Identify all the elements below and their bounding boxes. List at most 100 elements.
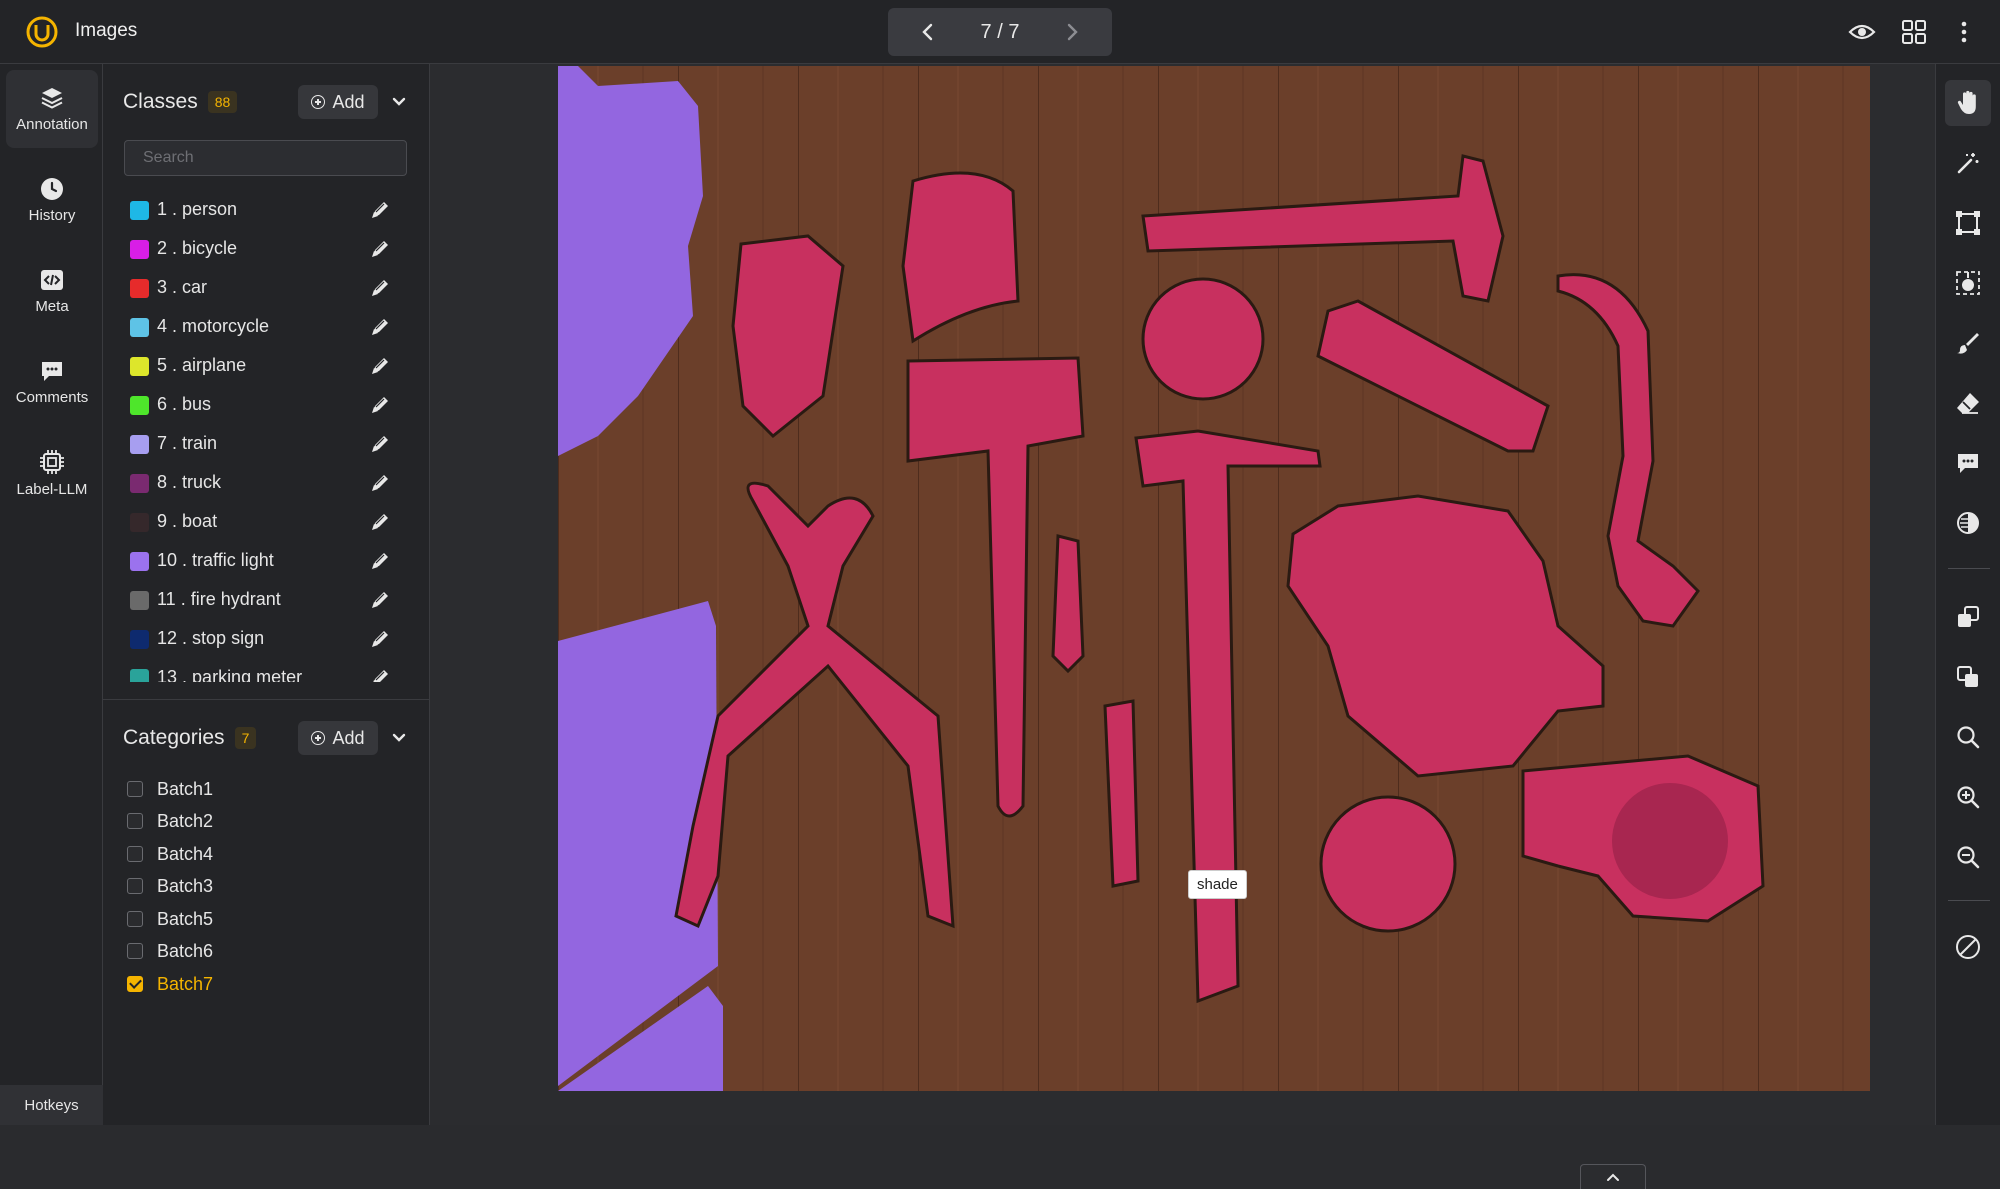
edit-pen-icon[interactable] — [369, 277, 391, 299]
category-checkbox-checked[interactable] — [127, 976, 143, 992]
categories-header: Categories 7 — [123, 720, 257, 756]
clock-icon — [41, 177, 63, 200]
zoom-fit-button[interactable] — [1945, 714, 1991, 760]
categories-dropdown-toggle[interactable] — [387, 726, 411, 750]
nav-meta[interactable]: Meta — [6, 252, 98, 330]
category-item-batch4[interactable]: Batch4 — [123, 839, 413, 869]
class-color-swatch — [130, 318, 149, 337]
zoom-out-button[interactable] — [1945, 834, 1991, 880]
class-item-label: 13 . parking meter — [157, 667, 303, 682]
class-search-input[interactable] — [124, 140, 407, 176]
class-item-bus[interactable]: 6 . bus — [103, 385, 430, 424]
class-item-car[interactable]: 3 . car — [103, 268, 430, 307]
edit-pen-icon[interactable] — [369, 433, 391, 455]
tool-mask-knife[interactable] — [1051, 534, 1085, 674]
classes-dropdown-toggle[interactable] — [387, 90, 411, 114]
eraser-tool-button[interactable] — [1945, 380, 1991, 426]
category-label: Batch1 — [157, 779, 214, 799]
tool-mask-puck[interactable] — [1141, 277, 1265, 401]
toolbar-separator — [1948, 900, 1990, 901]
category-checkbox[interactable] — [127, 943, 143, 959]
contrast-tool-button[interactable] — [1945, 500, 1991, 546]
nav-annotation[interactable]: Annotation — [6, 70, 98, 148]
nav-history[interactable]: History — [6, 161, 98, 239]
category-item-batch2[interactable]: Batch2 — [123, 806, 413, 836]
edit-pen-icon[interactable] — [369, 628, 391, 650]
more-options-button[interactable] — [1946, 14, 1982, 50]
nav-comments[interactable]: Comments — [6, 343, 98, 421]
image-content — [558, 66, 1870, 1091]
class-item-label: 1 . person — [157, 199, 238, 219]
class-item-label: 10 . traffic light — [157, 550, 274, 570]
class-item-traffic-light[interactable]: 10 . traffic light — [103, 541, 430, 580]
edit-pen-icon[interactable] — [369, 472, 391, 494]
zoom-in-icon — [1957, 786, 1980, 809]
class-item-truck[interactable]: 8 . truck — [103, 463, 430, 502]
class-item-parking-meter[interactable]: 13 . parking meter — [103, 658, 430, 682]
annotation-canvas[interactable]: shade — [430, 64, 1935, 1189]
category-item-batch3[interactable]: Batch3 — [123, 871, 413, 901]
add-category-label: Add — [332, 727, 365, 748]
bring-forward-button[interactable] — [1945, 594, 1991, 640]
send-backward-button[interactable] — [1945, 654, 1991, 700]
class-item-fire-hydrant[interactable]: 11 . fire hydrant — [103, 580, 430, 619]
category-item-batch5[interactable]: Batch5 — [123, 904, 413, 934]
bounding-box-tool-button[interactable] — [1945, 200, 1991, 246]
annotated-image[interactable]: shade — [558, 66, 1870, 1091]
smart-select-tool-button[interactable] — [1945, 260, 1991, 306]
edit-pen-icon[interactable] — [369, 550, 391, 572]
category-checkbox[interactable] — [127, 846, 143, 862]
pan-tool-button[interactable] — [1945, 80, 1991, 126]
class-item-stop-sign[interactable]: 12 . stop sign — [103, 619, 430, 658]
add-category-button[interactable]: Add — [298, 721, 378, 755]
category-checkbox[interactable] — [127, 813, 143, 829]
category-checkbox[interactable] — [127, 781, 143, 797]
magic-wand-tool-button[interactable] — [1945, 140, 1991, 186]
app-title: Images — [75, 20, 138, 41]
bottom-panel-toggle[interactable] — [1580, 1164, 1646, 1189]
category-item-batch7[interactable]: Batch7 — [123, 969, 413, 999]
class-item-label: 4 . motorcycle — [157, 316, 270, 336]
tool-mask-ball[interactable] — [1319, 795, 1457, 933]
category-item-batch6[interactable]: Batch6 — [123, 936, 413, 966]
chevron-down-icon — [392, 97, 406, 106]
comment-tool-button[interactable] — [1945, 440, 1991, 486]
category-checkbox[interactable] — [127, 911, 143, 927]
class-item-label: 6 . bus — [157, 394, 212, 414]
visibility-toggle-button[interactable] — [1844, 14, 1880, 50]
panel-divider — [103, 699, 430, 700]
class-item-airplane[interactable]: 5 . airplane — [103, 346, 430, 385]
category-label: Batch6 — [157, 941, 214, 961]
mug-inside — [1612, 783, 1728, 899]
class-item-bicycle[interactable]: 2 . bicycle — [103, 229, 430, 268]
add-class-button[interactable]: Add — [298, 85, 378, 119]
classes-title: Classes — [123, 90, 198, 113]
edit-pen-icon[interactable] — [369, 667, 391, 682]
edit-pen-icon[interactable] — [369, 394, 391, 416]
send-backward-icon — [1957, 666, 1978, 687]
class-item-person[interactable]: 1 . person — [103, 190, 430, 229]
class-list: 1 . person 2 . bicycle 3 . car 4 . motor… — [103, 190, 430, 682]
comment-icon — [1958, 454, 1978, 473]
edit-pen-icon[interactable] — [369, 355, 391, 377]
class-item-train[interactable]: 7 . train — [103, 424, 430, 463]
hotkeys-button[interactable]: Hotkeys — [0, 1085, 103, 1125]
next-image-button[interactable] — [1048, 8, 1096, 56]
brush-tool-button[interactable] — [1945, 320, 1991, 366]
category-item-batch1[interactable]: Batch1 — [123, 774, 413, 804]
class-item-boat[interactable]: 9 . boat — [103, 502, 430, 541]
chip-icon — [40, 449, 64, 474]
zoom-in-button[interactable] — [1945, 774, 1991, 820]
nav-label-llm[interactable]: Label-LLM — [6, 434, 98, 512]
edit-pen-icon[interactable] — [369, 511, 391, 533]
hide-annotations-button[interactable] — [1945, 924, 1991, 970]
edit-pen-icon[interactable] — [369, 316, 391, 338]
edit-pen-icon[interactable] — [369, 199, 391, 221]
class-item-label: 3 . car — [157, 277, 208, 297]
class-item-motorcycle[interactable]: 4 . motorcycle — [103, 307, 430, 346]
category-checkbox[interactable] — [127, 878, 143, 894]
edit-pen-icon[interactable] — [369, 589, 391, 611]
layout-grid-button[interactable] — [1896, 14, 1932, 50]
category-label: Batch3 — [157, 876, 214, 896]
edit-pen-icon[interactable] — [369, 238, 391, 260]
